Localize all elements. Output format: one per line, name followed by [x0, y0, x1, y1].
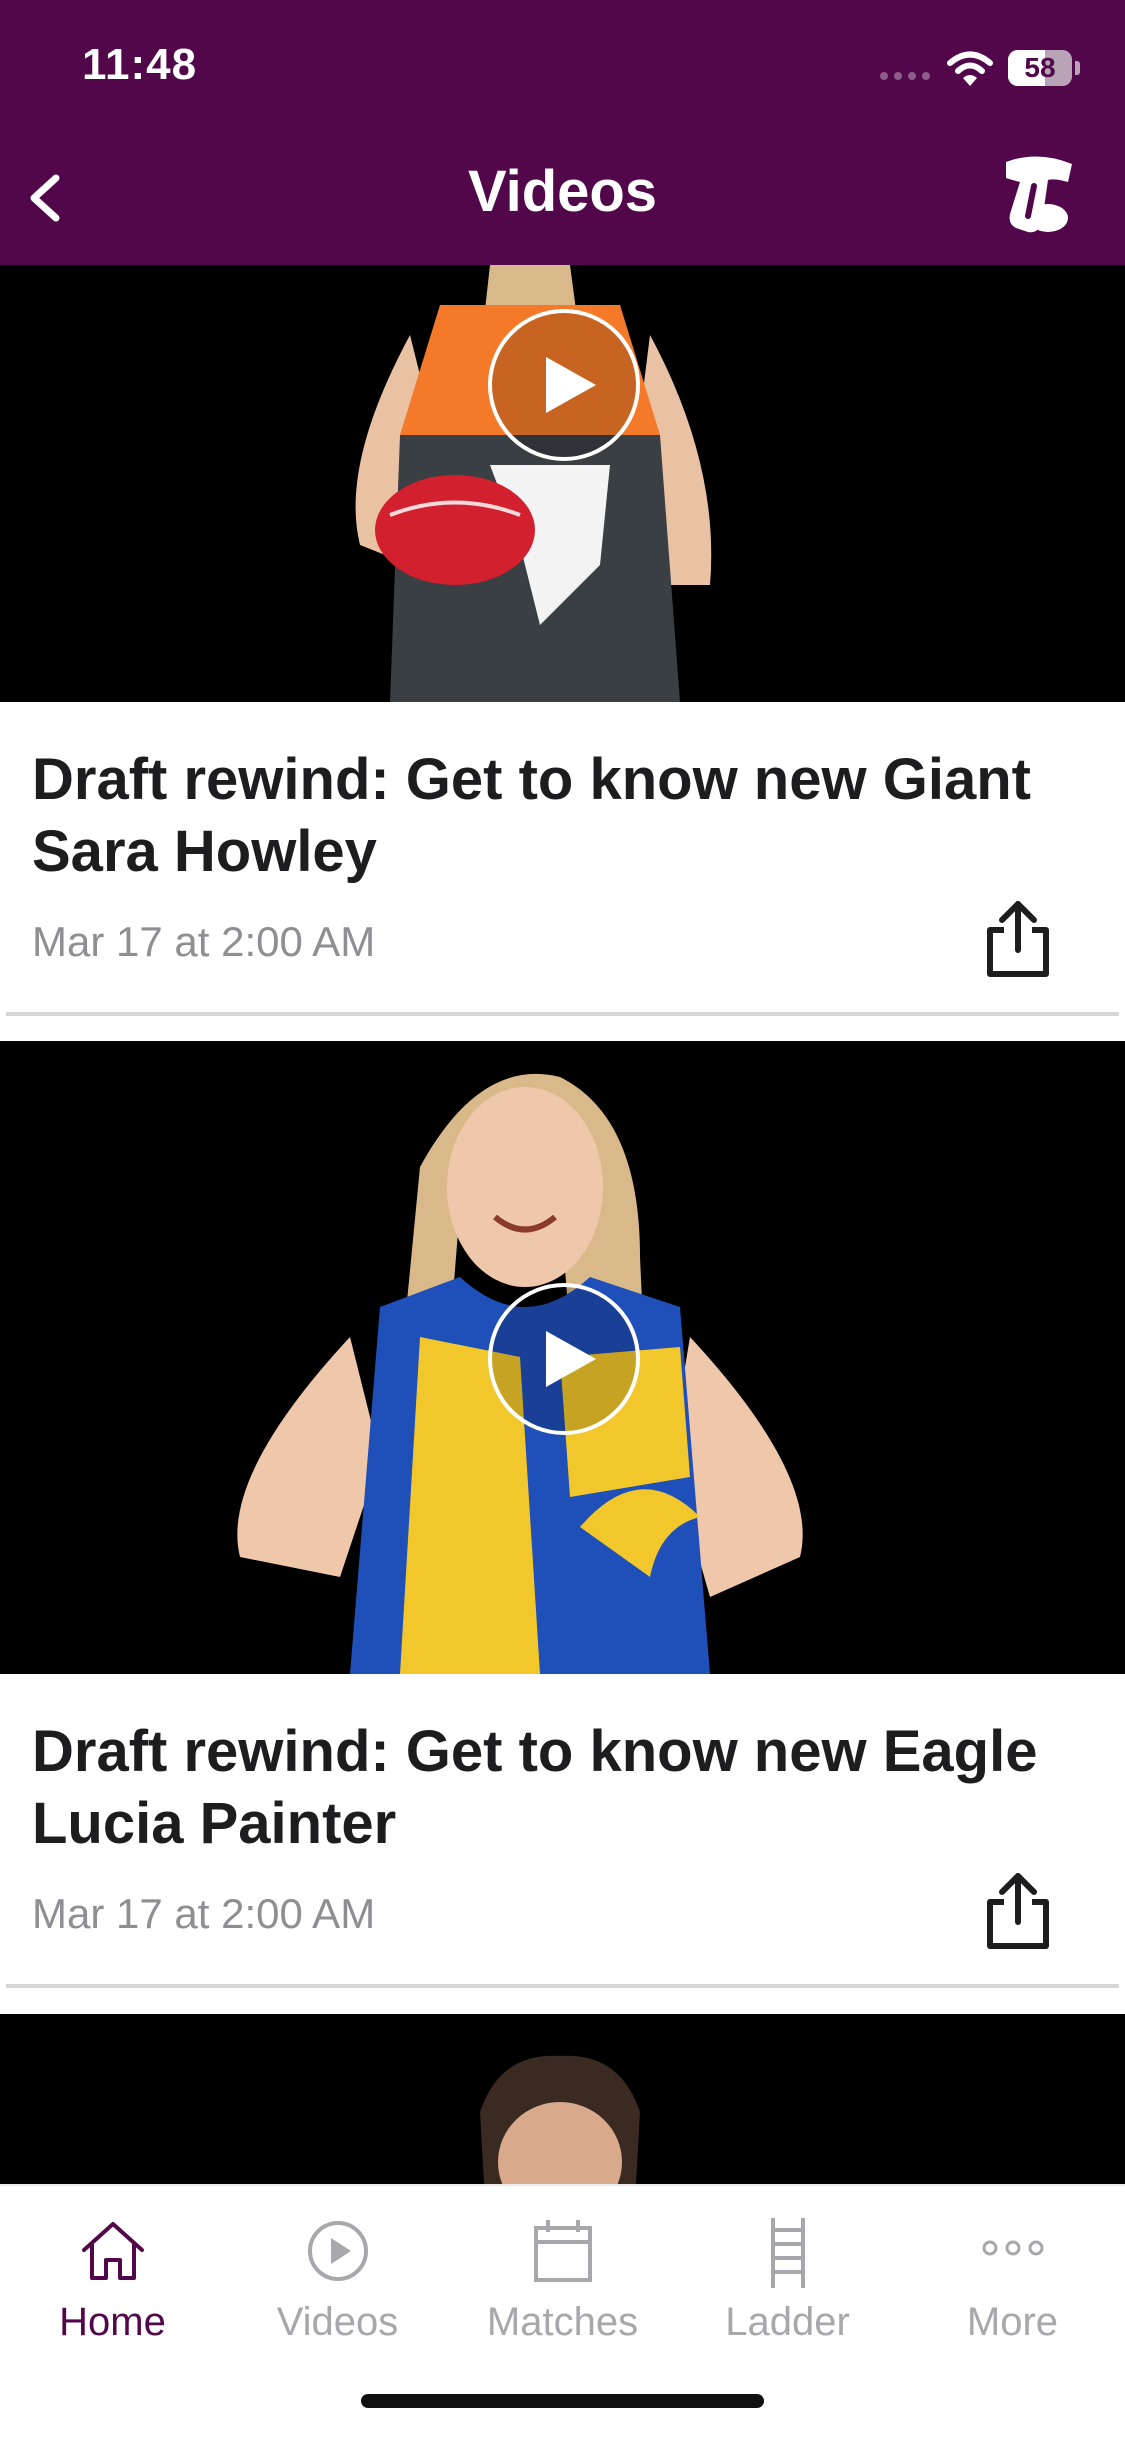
status-time: 11:48 — [82, 40, 198, 89]
tab-label: Home — [59, 2300, 166, 2344]
tab-label: Videos — [276, 2300, 399, 2344]
play-button[interactable] — [488, 309, 640, 461]
video-date: Mar 17 at 2:00 AM — [32, 1890, 376, 1937]
play-circle-icon — [308, 2221, 368, 2281]
tab-label: Ladder — [725, 2300, 850, 2344]
video-thumbnail[interactable] — [0, 1041, 1125, 1674]
tab-more[interactable]: More — [900, 2202, 1125, 2352]
cellular-signal-icon — [880, 72, 930, 80]
home-icon — [82, 2222, 144, 2280]
tab-videos[interactable]: Videos — [225, 2202, 450, 2352]
page-title: Videos — [467, 159, 658, 224]
share-button[interactable] — [980, 1870, 1056, 1952]
play-icon — [546, 1331, 596, 1387]
share-icon — [987, 1873, 1049, 1949]
video-title[interactable]: Draft rewind: Get to know new Giant Sara… — [32, 744, 1072, 888]
ladder-icon — [771, 2218, 805, 2288]
video-date: Mar 17 at 2:00 AM — [32, 918, 376, 965]
calendar-icon — [534, 2220, 592, 2282]
battery-level: 58 — [1024, 52, 1056, 83]
tab-label: Matches — [486, 2300, 639, 2344]
app-header: 11:48 58 Videos — [0, 0, 1125, 265]
tab-ladder[interactable]: Ladder — [675, 2202, 900, 2352]
card-divider — [6, 1012, 1119, 1016]
wifi-icon — [947, 51, 993, 86]
share-button[interactable] — [980, 898, 1056, 980]
tab-label: More — [966, 2300, 1059, 2344]
battery-tip — [1075, 61, 1080, 75]
telstra-logo-icon[interactable] — [998, 152, 1078, 236]
more-dots-icon — [982, 2240, 1044, 2256]
card-divider — [6, 1984, 1119, 1988]
battery-icon: 58 — [1008, 50, 1072, 86]
video-thumbnail[interactable] — [0, 2014, 1125, 2184]
video-title[interactable]: Draft rewind: Get to know new Eagle Luci… — [32, 1716, 1072, 1860]
tab-home[interactable]: Home — [0, 2202, 225, 2352]
home-indicator[interactable] — [361, 2394, 764, 2408]
play-icon — [546, 357, 596, 413]
play-button[interactable] — [488, 1283, 640, 1435]
video-thumbnail[interactable] — [0, 265, 1125, 702]
player-photo — [480, 2055, 640, 2184]
share-icon — [987, 901, 1049, 977]
tab-matches[interactable]: Matches — [450, 2202, 675, 2352]
